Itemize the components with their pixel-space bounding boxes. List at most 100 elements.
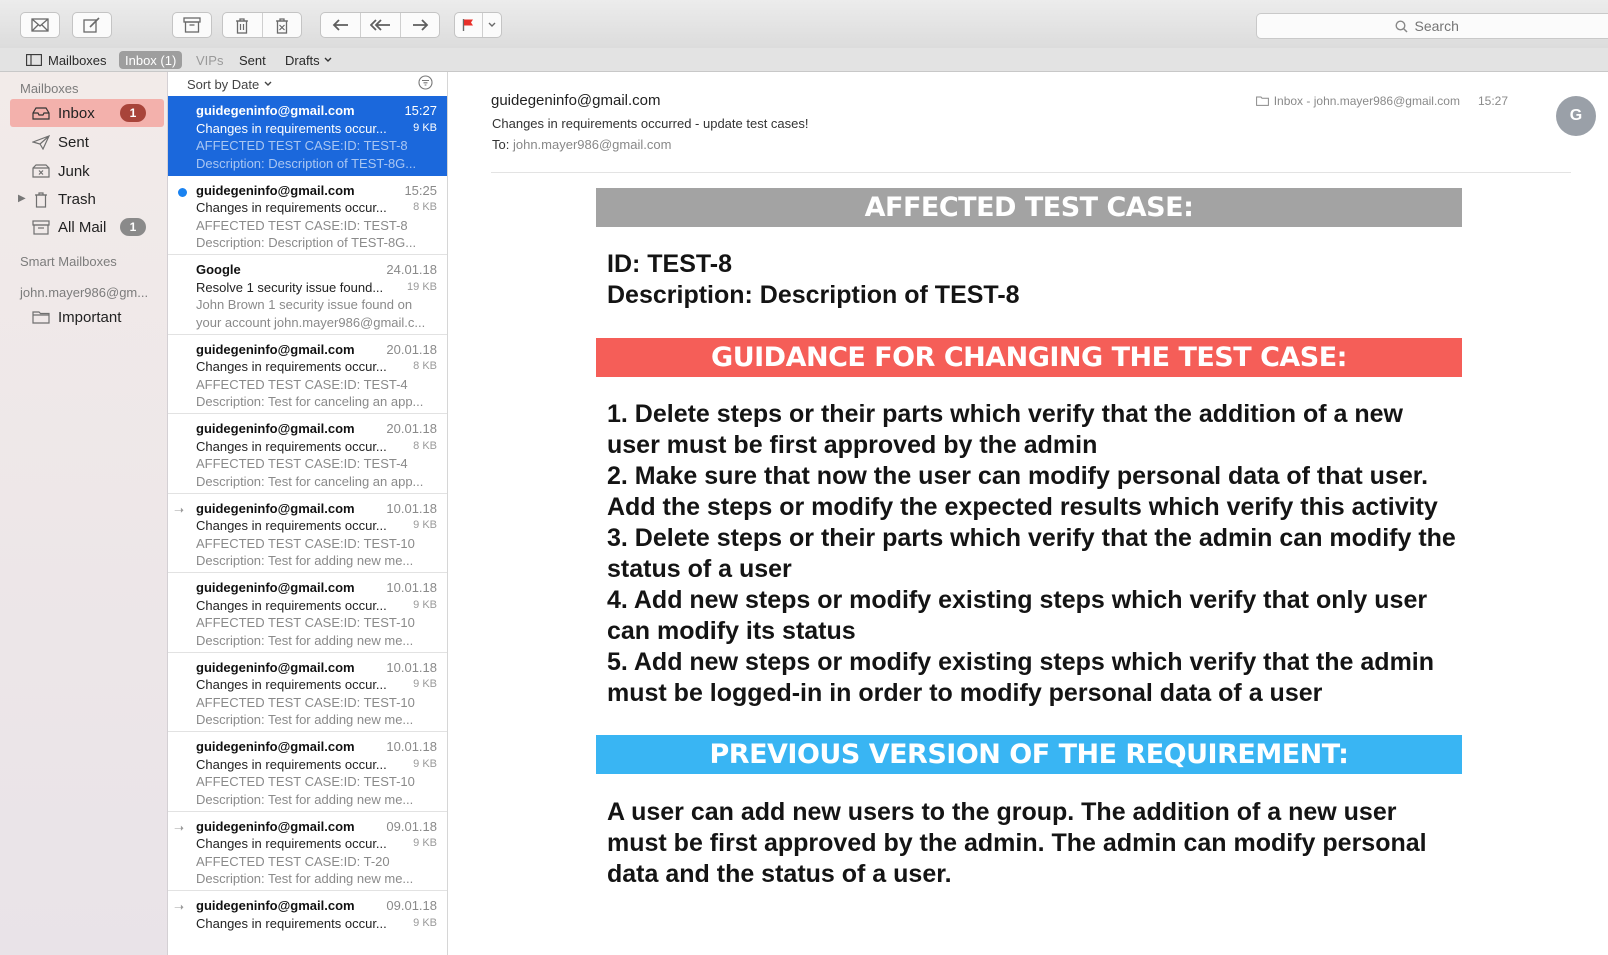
search-field[interactable] [1256, 13, 1608, 39]
message-date: 09.01.18 [386, 818, 437, 834]
sidebar-item-inbox[interactable]: Inbox 1 [10, 99, 164, 127]
flag-menu-button[interactable] [481, 13, 501, 37]
message-preview-line: John Brown 1 security issue found on [196, 297, 413, 313]
filter-button[interactable] [418, 75, 433, 93]
archive-icon [183, 17, 201, 33]
favorites-bar: Mailboxes Inbox (1) VIPs Sent Drafts [0, 48, 1608, 72]
message-row[interactable]: guidegeninfo@gmail.com 15:25 Changes in re… [168, 176, 447, 255]
test-case-description: Description: Description of TEST-8 [607, 281, 1020, 309]
junk-icon [275, 17, 288, 34]
message-from: guidegeninfo@gmail.com [196, 341, 355, 357]
message-sender[interactable]: guidegeninfo@gmail.com [491, 92, 661, 109]
message-date: 24.01.18 [386, 262, 437, 277]
smart-mailboxes-section-header[interactable]: Smart Mailboxes [20, 254, 117, 269]
message-preview-line: AFFECTED TEST CASE:ID: TEST-10 [196, 535, 415, 551]
message-preview-line: Description: Test for adding new me... [196, 712, 414, 728]
folder-icon [30, 310, 52, 324]
get-mail-button[interactable] [20, 12, 60, 38]
favorite-sent-button[interactable]: Sent [239, 51, 266, 69]
trash-icon [30, 191, 52, 208]
message-row[interactable]: guidegeninfo@gmail.com 20.01.18 Changes in… [168, 335, 447, 414]
unread-badge: 1 [120, 218, 146, 236]
junk-button[interactable] [261, 13, 301, 37]
message-preview-line: Description: Test for adding new me... [196, 553, 414, 569]
archive-icon [30, 219, 52, 235]
flag-button[interactable] [455, 13, 482, 37]
message-row[interactable]: ➝ guidegeninfo@gmail.com 09.01.18 Changes i… [168, 812, 447, 891]
message-date: 10.01.18 [386, 659, 437, 675]
message-subject: Changes in requirements occur... [196, 518, 387, 534]
favorite-sent-label: Sent [239, 52, 266, 68]
favorite-inbox-button[interactable]: Inbox (1) [119, 51, 183, 69]
test-case-id: ID: TEST-8 [607, 250, 733, 278]
mailboxes-label: Mailboxes [48, 52, 107, 68]
mailboxes-toggle-button[interactable]: Mailboxes [26, 51, 107, 69]
favorite-drafts-button[interactable]: Drafts [285, 51, 332, 69]
message-row[interactable]: guidegeninfo@gmail.com 10.01.18 Changes in… [168, 732, 447, 812]
message-row[interactable]: guidegeninfo@gmail.com 15:27 Changes in re… [168, 96, 447, 176]
compose-button[interactable] [72, 12, 112, 38]
message-date: 10.01.18 [386, 580, 437, 595]
message-from: guidegeninfo@gmail.com [196, 818, 355, 834]
message-from: guidegeninfo@gmail.com [196, 580, 355, 595]
message-preview-line: Description: Test for adding new me... [196, 871, 414, 887]
sidebar-item-important[interactable]: Important [10, 303, 164, 331]
message-row[interactable]: Google 24.01.18 Resolve 1 security issue f… [168, 255, 447, 335]
paper-plane-icon [30, 134, 52, 150]
message-row[interactable]: ➝ guidegeninfo@gmail.com 10.01.18 Changes i… [168, 494, 447, 573]
message-preview-line: AFFECTED TEST CASE:ID: T-20 [196, 853, 390, 869]
reply-button[interactable] [321, 13, 360, 37]
message-row[interactable]: guidegeninfo@gmail.com 10.01.18 Changes in… [168, 573, 447, 653]
sidebar-item-all-mail[interactable]: All Mail 1 [10, 213, 164, 241]
message-size: 9 KB [413, 598, 437, 611]
guidance-banner: GUIDANCE FOR CHANGING THE TEST CASE: [596, 338, 1462, 377]
reply-all-button[interactable] [360, 13, 399, 37]
message-time: 15:27 [1477, 94, 1508, 108]
unread-dot-icon [178, 187, 187, 197]
flag-group [454, 12, 502, 38]
account-section-header[interactable]: john.mayer986@gm... [20, 285, 148, 300]
sidebar-item-junk[interactable]: Junk [10, 157, 164, 185]
message-date: 15:27 [404, 103, 437, 118]
search-icon [1394, 19, 1408, 33]
message-subject: Resolve 1 security issue found... [196, 279, 384, 295]
mailbox-icon [1255, 96, 1269, 106]
message-row[interactable]: guidegeninfo@gmail.com 20.01.18 Changes in… [168, 414, 447, 494]
message-size: 9 KB [413, 121, 437, 134]
previous-requirement-text: A user can add new users to the group. T… [596, 797, 1462, 890]
sidebar-item-trash[interactable]: Trash [10, 185, 164, 213]
message-row[interactable]: guidegeninfo@gmail.com 10.01.18 Changes in… [168, 653, 447, 732]
message-subject: Changes in requirements occur... [196, 359, 387, 375]
delete-junk-group [222, 12, 302, 38]
message-subject: Changes in requirements occurred - updat… [492, 116, 809, 131]
message-preview-line: Description: Description of TEST-8G... [196, 235, 417, 251]
guidance-step: 4. Add new steps or modify existing step… [607, 586, 1428, 645]
sort-menu-button[interactable]: Sort by Date [187, 77, 272, 92]
trash-icon [236, 17, 249, 34]
guidance-step: 2. Make sure that now the user can modif… [607, 462, 1438, 521]
message-date: 09.01.18 [386, 898, 437, 913]
delete-button[interactable] [223, 13, 262, 37]
guidance-step: 3. Delete steps or their parts which ver… [607, 524, 1456, 583]
message-preview-line: AFFECTED TEST CASE:ID: TEST-10 [196, 774, 415, 790]
message-preview-line: Description: Test for adding new me... [196, 632, 414, 648]
chevron-down-icon [324, 57, 332, 62]
toolbar [0, 0, 1608, 48]
envelope-icon [31, 18, 49, 32]
sidebar-item-label: Junk [58, 162, 90, 180]
archive-button[interactable] [172, 12, 212, 38]
message-subject: Changes in requirements occur... [196, 597, 387, 613]
message-preview-line: AFFECTED TEST CASE:ID: TEST-8 [196, 138, 408, 154]
favorite-vips-button[interactable]: VIPs [196, 51, 223, 69]
message-subject: Changes in requirements occur... [196, 756, 387, 772]
message-preview-line: Description: Test for adding new me... [196, 791, 414, 807]
search-input[interactable] [1414, 18, 1471, 34]
message-subject: Changes in requirements occur... [196, 120, 387, 136]
message-row[interactable]: ➝ guidegeninfo@gmail.com 09.01.18 Changes i… [168, 891, 447, 955]
sidebar-item-sent[interactable]: Sent [10, 128, 164, 156]
message-from: guidegeninfo@gmail.com [196, 421, 355, 436]
message-size: 9 KB [413, 757, 437, 770]
forward-button[interactable] [399, 13, 439, 37]
message-preview-line: Description: Test for canceling an app..… [196, 394, 424, 410]
message-recipient[interactable]: john.mayer986@gmail.com [513, 137, 671, 152]
